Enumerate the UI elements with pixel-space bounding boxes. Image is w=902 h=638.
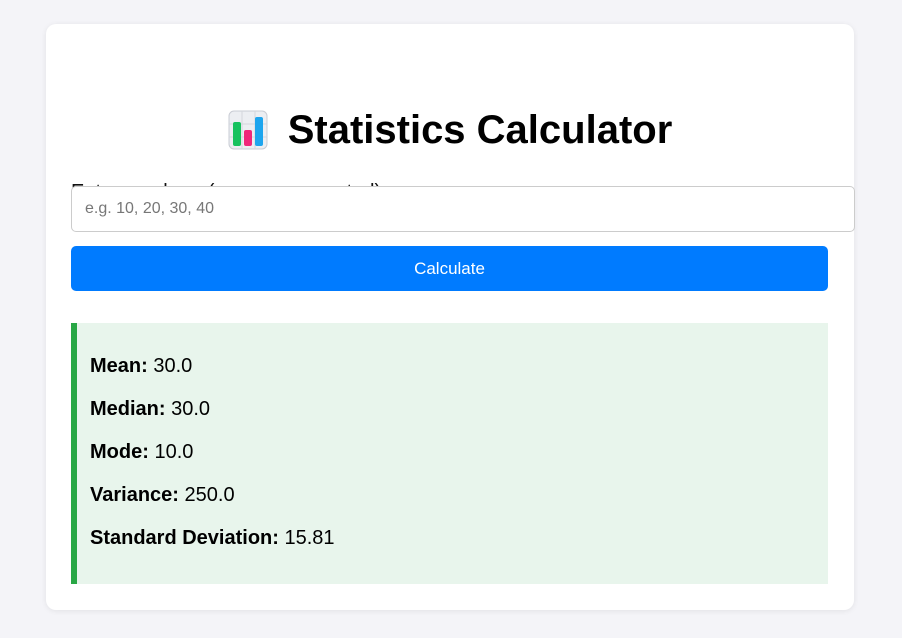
mean-label: Mean: (90, 355, 148, 377)
bar-chart-icon (228, 110, 268, 150)
variance-label: Variance: (90, 484, 179, 506)
median-value: 30.0 (171, 398, 211, 420)
page-title: Statistics Calculator (287, 108, 673, 152)
result-standard-deviation: Standard Deviation: 15.81 (90, 526, 335, 550)
result-mode: Mode: 10.0 (90, 440, 193, 464)
mode-value: 10.0 (154, 441, 194, 463)
calculate-button[interactable]: Calculate (71, 246, 828, 291)
standard-deviation-value: 15.81 (284, 527, 335, 549)
result-mean: Mean: 30.0 (90, 354, 192, 378)
calculator-card: Statistics Calculator Enter numbers (com… (46, 24, 855, 610)
numbers-input[interactable] (71, 186, 855, 232)
variance-value: 250.0 (184, 484, 235, 506)
mean-value: 30.0 (153, 355, 193, 377)
result-median: Median: 30.0 (90, 397, 210, 421)
results-panel: Mean: 30.0 Median: 30.0 Mode: 10.0 Varia… (71, 323, 828, 584)
result-variance: Variance: 250.0 (90, 483, 235, 507)
page-header: Statistics Calculator (46, 106, 854, 154)
median-label: Median: (90, 398, 166, 420)
mode-label: Mode: (90, 441, 149, 463)
standard-deviation-label: Standard Deviation: (90, 527, 279, 549)
